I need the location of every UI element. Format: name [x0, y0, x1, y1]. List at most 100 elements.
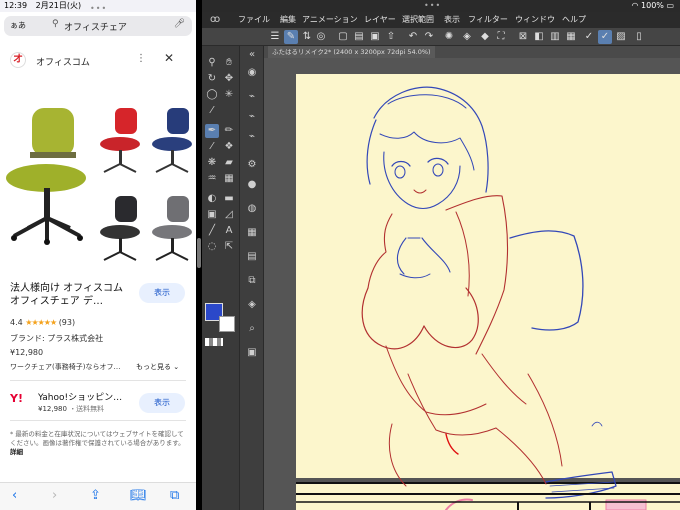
pen-icon[interactable]: ✒: [205, 124, 219, 138]
move-icon[interactable]: ✥: [222, 72, 236, 86]
details-link[interactable]: 詳細: [10, 448, 23, 456]
split-view-handle[interactable]: [197, 238, 201, 268]
quick-access-icon[interactable]: ✎: [284, 30, 298, 44]
invert-selection-icon[interactable]: ◧: [532, 30, 546, 44]
menu-edit[interactable]: 編集: [280, 12, 296, 28]
eraser-icon[interactable]: ▰: [222, 156, 236, 170]
share-icon[interactable]: ⇪: [90, 488, 101, 503]
microphone-icon[interactable]: 🎤︎: [174, 19, 185, 29]
canvas-tab-bar: ふたはるリメイク2* (2400 x 3200px 72dpi 54.0%): [264, 46, 680, 58]
frame-icon[interactable]: ▣: [205, 208, 219, 222]
canvas-area[interactable]: [264, 58, 680, 510]
pencil-icon[interactable]: ✏: [222, 124, 236, 138]
transparent-color-swatch[interactable]: [205, 338, 223, 346]
menu-view[interactable]: 表示: [444, 12, 460, 28]
clear-selection-icon[interactable]: ⊠: [516, 30, 530, 44]
blend-icon[interactable]: ♒: [205, 172, 219, 186]
layer-property-icon[interactable]: ⧉: [245, 274, 259, 288]
snap-ruler-icon[interactable]: ✓: [582, 30, 596, 44]
product-image[interactable]: [0, 100, 196, 270]
sub-tool-brush-icon[interactable]: ⌁: [245, 130, 259, 144]
material-icon[interactable]: ▣: [245, 346, 259, 360]
menu-window[interactable]: ウィンドウ: [515, 12, 555, 28]
menu-icon[interactable]: ☰: [268, 30, 282, 44]
loading-icon[interactable]: ✺: [442, 30, 456, 44]
canvas-tab[interactable]: ふたはるリメイク2* (2400 x 3200px 72dpi 54.0%): [268, 46, 435, 58]
redo-icon[interactable]: ↷: [422, 30, 436, 44]
layers-icon[interactable]: ◈: [245, 298, 259, 312]
undo-icon[interactable]: ↶: [406, 30, 420, 44]
multitask-dots[interactable]: •••: [424, 0, 441, 12]
grid-icon[interactable]: ▦: [564, 30, 578, 44]
back-icon[interactable]: ‹: [12, 488, 17, 503]
clip-studio-logo-icon[interactable]: ꝏ: [210, 12, 220, 28]
snap-grid-icon[interactable]: ▨: [614, 30, 628, 44]
device-icon[interactable]: ▯: [632, 30, 646, 44]
rotate-icon[interactable]: ↻: [205, 72, 219, 86]
export-icon[interactable]: ⇧: [384, 30, 398, 44]
line-icon[interactable]: ╱: [205, 224, 219, 238]
tabs-icon[interactable]: ⧉: [170, 488, 179, 503]
brush-icon[interactable]: ⁄: [205, 140, 219, 154]
new-canvas-icon[interactable]: ▢: [336, 30, 350, 44]
fill-tool-icon[interactable]: ▦: [222, 172, 236, 186]
see-more-link[interactable]: もっと見る ⌄: [136, 362, 179, 372]
decoration-icon[interactable]: ❋: [205, 156, 219, 170]
color-wheel-icon[interactable]: ◍: [245, 202, 259, 216]
shop-shipping: ・送料無料: [69, 405, 105, 413]
transform-icon[interactable]: ⛶: [494, 30, 508, 44]
open-file-icon[interactable]: ▤: [352, 30, 366, 44]
show-button[interactable]: 表示: [139, 283, 185, 303]
close-icon[interactable]: ✕: [164, 51, 174, 65]
layer-toggle-icon[interactable]: ⇅: [300, 30, 314, 44]
sub-color-swatch[interactable]: [219, 316, 235, 332]
snap-special-ruler-icon[interactable]: ✓: [598, 30, 612, 44]
menu-animation[interactable]: アニメーション: [302, 12, 358, 28]
color-set-icon[interactable]: ▦: [245, 226, 259, 240]
forward-icon[interactable]: ›: [52, 488, 57, 503]
figure-icon[interactable]: ▬: [222, 192, 236, 206]
brand-text: ブランド: プラス株式会社: [10, 334, 104, 343]
menu-file[interactable]: ファイル: [238, 12, 270, 28]
reader-aa-button[interactable]: ぁあ: [10, 20, 26, 31]
text-icon[interactable]: A: [222, 224, 236, 238]
magic-wand-icon[interactable]: ✳: [222, 88, 236, 102]
save-icon[interactable]: ▣: [368, 30, 382, 44]
fill-icon[interactable]: ◈: [460, 30, 474, 44]
site-name[interactable]: オフィスコム: [36, 55, 90, 68]
star-rating-icon: ★★★★★: [25, 318, 57, 327]
balloon-icon[interactable]: ◌: [205, 240, 219, 254]
layer-search-icon[interactable]: ⌕: [245, 322, 259, 336]
eyedropper-icon[interactable]: ⁄: [205, 104, 219, 118]
menu-help[interactable]: ヘルプ: [562, 12, 586, 28]
multitask-dots[interactable]: •••: [90, 4, 107, 13]
more-vertical-icon[interactable]: ⋮: [136, 53, 146, 64]
zoom-icon[interactable]: ⚲: [205, 56, 219, 70]
lasso-icon[interactable]: ◯: [205, 88, 219, 102]
shop-name[interactable]: Yahoo!ショッピン…: [38, 390, 122, 403]
color-history-icon[interactable]: ▤: [245, 250, 259, 264]
shop-show-button[interactable]: 表示: [139, 393, 185, 413]
menu-selection[interactable]: 選択範囲: [402, 12, 434, 28]
ruler-icon[interactable]: ◿: [222, 208, 236, 222]
selection-border-icon[interactable]: ▥: [548, 30, 562, 44]
address-text[interactable]: オフィスチェア: [64, 20, 127, 33]
product-title[interactable]: 法人様向け オフィスコム オフィスチェア デ…: [10, 282, 130, 308]
navigator-icon[interactable]: ◉: [245, 66, 259, 80]
bucket-icon[interactable]: ◆: [478, 30, 492, 44]
menu-filter[interactable]: フィルター: [468, 12, 508, 28]
hand-icon[interactable]: ✋︎: [222, 56, 236, 70]
gradient-icon[interactable]: ◐: [205, 192, 219, 206]
collapse-icon[interactable]: «: [245, 48, 259, 62]
menu-layer[interactable]: レイヤー: [364, 12, 396, 28]
airbrush-icon[interactable]: ❖: [222, 140, 236, 154]
preview-icon[interactable]: ◎: [314, 30, 328, 44]
correct-line-icon[interactable]: ⇱: [222, 240, 236, 254]
navy-chair-image: [152, 108, 192, 173]
tool-property-icon[interactable]: ⚙: [245, 158, 259, 172]
bookmarks-icon[interactable]: 📖︎: [130, 488, 147, 503]
sub-tool-pencil-icon[interactable]: ⌁: [245, 110, 259, 124]
brush-size-icon[interactable]: ●: [245, 178, 259, 192]
sub-tool-pen-icon[interactable]: ⌁: [245, 90, 259, 104]
address-bar[interactable]: ぁあ ⚲ オフィスチェア 🎤︎: [4, 16, 192, 36]
